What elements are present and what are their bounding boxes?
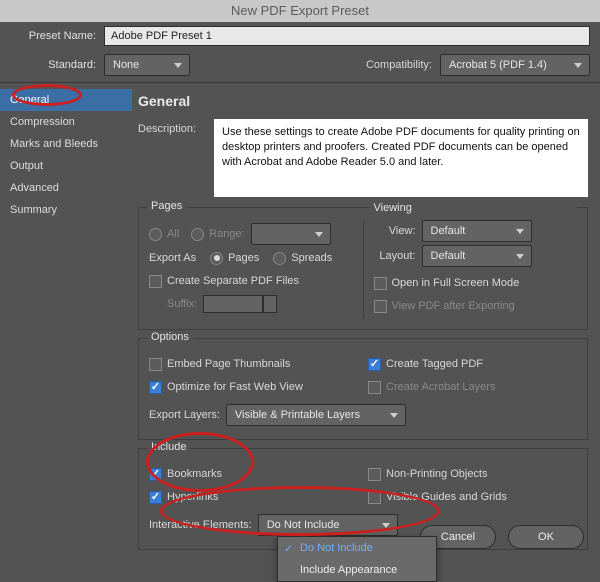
all-label: All: [167, 228, 179, 240]
export-as-label: Export As: [149, 252, 196, 264]
export-layers-label: Export Layers:: [149, 409, 220, 421]
optimize-check[interactable]: [149, 381, 162, 394]
sidebar-item-advanced[interactable]: Advanced: [0, 177, 132, 199]
options-group-title: Options: [147, 331, 193, 343]
bookmarks-label: Bookmarks: [167, 468, 222, 480]
spreads-radio-label: Spreads: [291, 252, 332, 264]
full-screen-label: Open in Full Screen Mode: [392, 277, 520, 289]
interactive-elements-select[interactable]: Do Not Include: [258, 514, 398, 536]
pages-radio[interactable]: [210, 252, 223, 265]
hyperlinks-label: Hyperlinks: [167, 491, 218, 503]
full-screen-check[interactable]: [374, 277, 387, 290]
bookmarks-check[interactable]: [149, 468, 162, 481]
sidebar-item-marks-bleeds[interactable]: Marks and Bleeds: [0, 133, 132, 155]
create-separate-check[interactable]: [149, 275, 162, 288]
sidebar-item-general[interactable]: General: [0, 89, 132, 111]
visible-guides-label: Visible Guides and Grids: [386, 491, 507, 503]
sidebar-item-summary[interactable]: Summary: [0, 199, 132, 221]
sidebar-item-compression[interactable]: Compression: [0, 111, 132, 133]
viewing-group-title: Viewing: [370, 202, 578, 214]
preset-name-input[interactable]: [104, 26, 590, 46]
view-select[interactable]: Default: [422, 220, 532, 242]
standard-select[interactable]: None: [104, 54, 190, 76]
range-label: Range:: [209, 228, 244, 240]
interactive-elements-label: Interactive Elements:: [149, 519, 252, 531]
general-panel: General Description: Use these settings …: [132, 85, 600, 558]
pages-radio-label: Pages: [228, 252, 259, 264]
layout-select[interactable]: Default: [422, 245, 532, 267]
compatibility-select[interactable]: Acrobat 5 (PDF 1.4): [440, 54, 590, 76]
interactive-elements-dropdown: Do Not Include Include Appearance: [277, 536, 437, 582]
visible-guides-check[interactable]: [368, 491, 381, 504]
view-label: View:: [374, 225, 416, 237]
spreads-radio[interactable]: [273, 252, 286, 265]
hyperlinks-check[interactable]: [149, 491, 162, 504]
all-radio: [149, 228, 162, 241]
preset-name-row: Preset Name:: [0, 22, 600, 50]
description-label: Description:: [138, 119, 214, 197]
sidebar-item-output[interactable]: Output: [0, 155, 132, 177]
tagged-pdf-check[interactable]: [368, 358, 381, 371]
compatibility-label: Compatibility:: [366, 59, 432, 71]
standard-label: Standard:: [4, 59, 104, 71]
acrobat-layers-check: [368, 381, 381, 394]
range-radio: [191, 228, 204, 241]
non-printing-check[interactable]: [368, 468, 381, 481]
standard-compat-row: Standard: None Compatibility: Acrobat 5 …: [0, 50, 600, 80]
ok-button[interactable]: OK: [508, 525, 584, 549]
dd-include-appearance[interactable]: Include Appearance: [278, 559, 436, 581]
optimize-label: Optimize for Fast Web View: [167, 381, 303, 393]
pages-group-title: Pages: [147, 200, 186, 212]
create-separate-label: Create Separate PDF Files: [167, 275, 299, 287]
include-group-title: Include: [147, 441, 190, 453]
range-select: [251, 223, 331, 245]
embed-thumbs-label: Embed Page Thumbnails: [167, 358, 290, 370]
dialog-title: New PDF Export Preset: [0, 0, 600, 22]
suffix-popup-button: [263, 295, 277, 313]
non-printing-label: Non-Printing Objects: [386, 468, 488, 480]
view-after-check: [374, 300, 387, 313]
panel-title: General: [138, 93, 588, 109]
acrobat-layers-label: Create Acrobat Layers: [386, 381, 495, 393]
layout-label: Layout:: [374, 250, 416, 262]
description-textarea[interactable]: Use these settings to create Adobe PDF d…: [214, 119, 588, 197]
view-after-label: View PDF after Exporting: [392, 300, 515, 312]
tagged-pdf-label: Create Tagged PDF: [386, 358, 483, 370]
suffix-label: Suffix:: [167, 298, 197, 310]
embed-thumbs-check[interactable]: [149, 358, 162, 371]
suffix-input: [203, 295, 263, 313]
preset-name-label: Preset Name:: [4, 30, 104, 42]
dd-do-not-include[interactable]: Do Not Include: [278, 537, 436, 559]
category-sidebar: General Compression Marks and Bleeds Out…: [0, 85, 132, 558]
export-layers-select[interactable]: Visible & Printable Layers: [226, 404, 406, 426]
